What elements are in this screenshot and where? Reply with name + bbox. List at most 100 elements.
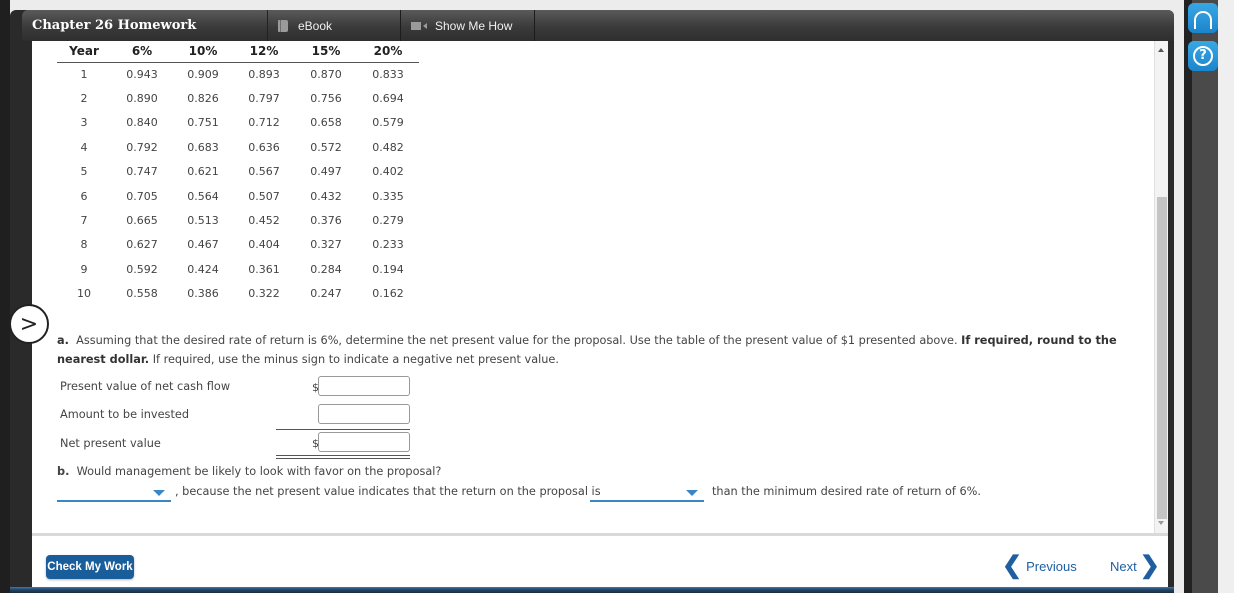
pv-factor-cell: 0.826 [187, 92, 219, 106]
pv-factor-cell: 0.432 [310, 189, 342, 203]
table-row: 2 0.890 0.826 0.797 0.756 0.694 [57, 86, 419, 110]
pv-factor-cell: 0.870 [310, 67, 342, 81]
video-icon [411, 21, 421, 30]
total-double-rule-bottom [276, 458, 410, 459]
pv-factor-cell: 0.567 [248, 165, 280, 179]
table-row: 10 0.558 0.386 0.322 0.247 0.162 [57, 282, 419, 306]
year-cell: 1 [80, 67, 88, 81]
pv-factor-cell: 0.756 [310, 92, 342, 106]
pv-factor-cell: 0.247 [310, 287, 342, 301]
part-a-label: a. [57, 334, 69, 347]
pv-factor-cell: 0.792 [126, 140, 158, 154]
pv-factor-cell: 0.507 [248, 189, 280, 203]
next-label: Next [1110, 558, 1137, 574]
pv-factor-cell: 0.627 [126, 238, 158, 252]
scroll-up-arrow-icon[interactable] [1158, 48, 1164, 52]
pv-factor-cell: 0.909 [187, 67, 219, 81]
chevron-right-icon: > [19, 311, 39, 337]
pv-factor-cell: 0.592 [126, 262, 158, 276]
table-row: 7 0.665 0.513 0.452 0.376 0.279 [57, 208, 419, 232]
col-header: 20% [357, 41, 419, 63]
year-cell: 3 [80, 116, 88, 130]
tab-ebook-label: eBook [298, 18, 333, 33]
pv-factor-cell: 0.890 [126, 92, 158, 106]
pv-factor-cell: 0.572 [310, 140, 342, 154]
part-b-question-text: Would management be likely to look with … [76, 465, 442, 478]
assignment-title: Chapter 26 Homework [22, 10, 268, 41]
amount-invested-label: Amount to be invested [60, 408, 189, 421]
pv-factor-cell: 0.279 [372, 214, 404, 228]
pv-factor-cell: 0.322 [248, 287, 280, 301]
table-row: 3 0.840 0.751 0.712 0.658 0.579 [57, 111, 419, 135]
col-header: Year [57, 41, 111, 63]
expand-panel-button[interactable]: > [9, 304, 49, 344]
help-button[interactable]: ? [1188, 41, 1218, 71]
tab-show-me-how-label: Show Me How [435, 18, 513, 33]
table-row: 6 0.705 0.564 0.507 0.432 0.335 [57, 184, 419, 208]
pv-factor-cell: 0.564 [187, 189, 219, 203]
year-cell: 6 [80, 189, 88, 203]
pv-factor-cell: 0.424 [187, 262, 219, 276]
bottom-bar [10, 587, 1174, 593]
pv-factor-cell: 0.467 [187, 238, 219, 252]
col-header: 10% [173, 41, 233, 63]
part-b-middle-text: , because the net present value indicate… [175, 485, 601, 498]
pv-factor-cell: 0.665 [126, 214, 158, 228]
chevron-down-icon [153, 490, 165, 496]
table-row: 4 0.792 0.683 0.636 0.572 0.482 [57, 135, 419, 159]
return-comparison-dropdown[interactable] [590, 484, 704, 502]
chevron-right-icon: ❯ [1139, 552, 1160, 579]
pv-factor-cell: 0.361 [248, 262, 280, 276]
right-sidebar [1184, 0, 1218, 593]
previous-button[interactable]: ❮ Previous [1002, 554, 1077, 578]
part-b-label: b. [57, 465, 70, 478]
previous-label: Previous [1026, 558, 1077, 574]
amount-invested-input[interactable] [318, 404, 410, 424]
content-scrollbar[interactable] [1154, 41, 1168, 533]
help-icon: ? [1193, 46, 1213, 66]
next-button[interactable]: Next ❯ [1110, 554, 1160, 578]
pv-factor-cell: 0.162 [372, 287, 404, 301]
support-button[interactable] [1188, 3, 1218, 33]
net-present-value-input[interactable] [318, 432, 410, 452]
pv-factor-cell: 0.751 [187, 116, 219, 130]
pv-factor-cell: 0.694 [372, 92, 404, 106]
pv-factor-cell: 0.452 [248, 214, 280, 228]
pv-factor-cell: 0.893 [248, 67, 280, 81]
pv-factor-cell: 0.683 [187, 140, 219, 154]
pv-factor-cell: 0.233 [372, 238, 404, 252]
tab-show-me-how[interactable]: Show Me How [401, 10, 535, 41]
right-margin [1218, 0, 1234, 593]
scroll-down-arrow-icon[interactable] [1158, 521, 1164, 525]
book-icon [278, 19, 288, 32]
table-row: 1 0.943 0.909 0.893 0.870 0.833 [57, 62, 419, 86]
scroll-thumb[interactable] [1157, 197, 1167, 519]
pv-factor-cell: 0.386 [187, 287, 219, 301]
chevron-left-icon: ❮ [1002, 552, 1023, 579]
question-content: Year 6% 10% 12% 15% 20% 1 0.943 0.909 0.893… [32, 41, 1154, 533]
col-header: 6% [111, 41, 173, 63]
pv-factor-cell: 0.513 [187, 214, 219, 228]
top-bar: Chapter 26 Homework eBook Show Me How [22, 10, 1174, 41]
part-a-text-after: If required, use the minus sign to indic… [152, 353, 559, 366]
pv-factor-cell: 0.402 [372, 165, 404, 179]
table-header-row: Year 6% 10% 12% 15% 20% [57, 41, 419, 63]
pv-factor-cell: 0.705 [126, 189, 158, 203]
table-row: 8 0.627 0.467 0.404 0.327 0.233 [57, 233, 419, 257]
pv-factor-cell: 0.404 [248, 238, 280, 252]
favor-dropdown[interactable] [57, 484, 171, 502]
pv-factor-cell: 0.376 [310, 214, 342, 228]
year-cell: 8 [80, 238, 88, 252]
tab-ebook[interactable]: eBook [268, 10, 401, 41]
year-cell: 5 [80, 165, 88, 179]
check-my-work-button[interactable]: Check My Work [46, 555, 134, 579]
pv-factor-cell: 0.194 [372, 262, 404, 276]
pv-factor-cell: 0.579 [372, 116, 404, 130]
table-row: 9 0.592 0.424 0.361 0.284 0.194 [57, 257, 419, 281]
year-cell: 7 [80, 214, 88, 228]
part-b-end-text: than the minimum desired rate of return … [712, 485, 981, 498]
pv-net-cash-flow-input[interactable] [318, 376, 410, 396]
subtotal-rule [276, 429, 410, 430]
pv-factor-cell: 0.840 [126, 116, 158, 130]
pv-factor-cell: 0.284 [310, 262, 342, 276]
